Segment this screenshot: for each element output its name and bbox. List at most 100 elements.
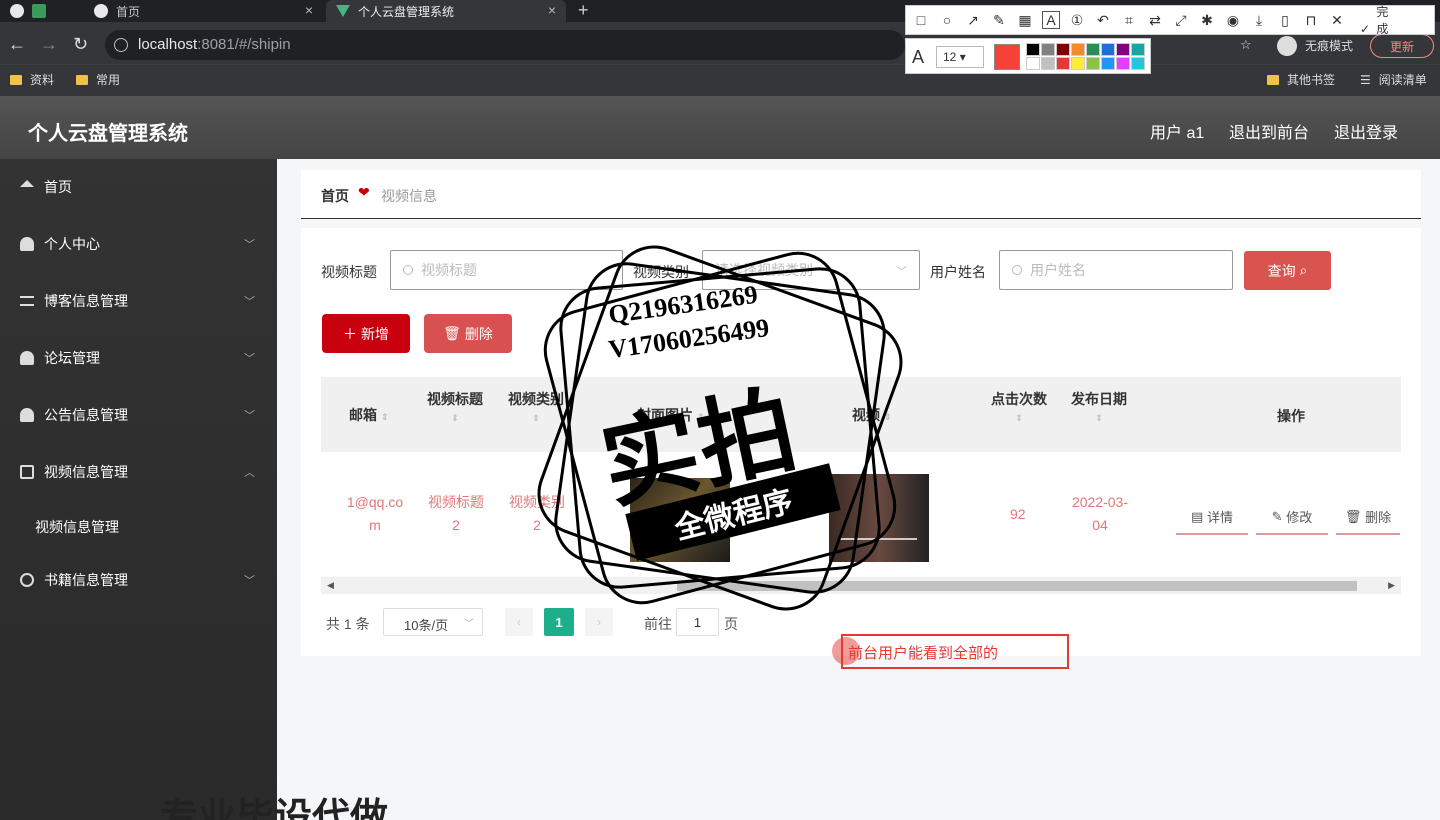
sidebar-item-books[interactable]: 书籍信息管理 ﹀ (0, 560, 277, 600)
chevron-down-icon: ﹀ (244, 410, 255, 422)
color-swatch[interactable] (1101, 57, 1115, 70)
pen-tool-icon[interactable]: ✎ (990, 12, 1008, 29)
sidebar-item-forum[interactable]: 论坛管理 ﹀ (0, 338, 277, 378)
rectangle-tool-icon[interactable]: □ (912, 12, 930, 28)
user-search-input[interactable]: 用户姓名 (999, 250, 1233, 290)
new-tab-icon[interactable]: + (578, 0, 589, 21)
scroll-right-icon[interactable]: ▶ (1388, 580, 1395, 591)
bookmark-folder[interactable]: 资料 (10, 71, 54, 88)
sort-icon[interactable]: ⇕ (991, 413, 1047, 424)
site-info-icon[interactable] (114, 38, 128, 52)
color-swatch[interactable] (1086, 43, 1100, 56)
color-swatch[interactable] (1041, 43, 1055, 56)
color-swatch[interactable] (1041, 57, 1055, 70)
video-player[interactable] (829, 474, 929, 562)
mosaic-tool-icon[interactable]: ▦ (1016, 12, 1034, 29)
cancel-icon[interactable]: ✕ (1328, 12, 1346, 29)
browser-tab-home[interactable]: 首页 × (88, 0, 323, 22)
logout-link[interactable]: 退出登录 (1334, 119, 1398, 143)
forward-icon[interactable]: → (40, 34, 58, 55)
globe-icon (94, 4, 108, 18)
title-search-input[interactable]: 视频标题 (390, 250, 623, 290)
close-icon[interactable]: × (548, 2, 556, 18)
font-size-select[interactable]: 12 ▾ (936, 46, 984, 68)
sidebar-item-profile[interactable]: 个人中心 ﹀ (0, 224, 277, 264)
text-tool-icon[interactable]: A (1042, 11, 1060, 29)
to-front-link[interactable]: 退出到前台 (1229, 119, 1309, 143)
sidebar-item-blog[interactable]: 博客信息管理 ﹀ (0, 281, 277, 321)
color-swatch[interactable] (1026, 57, 1040, 70)
next-page-button[interactable]: › (585, 608, 613, 636)
scroll-left-icon[interactable]: ◀ (327, 580, 334, 591)
search-icon (403, 265, 413, 275)
annotation-text-box[interactable]: 前台用户能看到全部的 (841, 634, 1069, 669)
add-button[interactable]: ＋ 新增 (322, 314, 410, 353)
browser-tab-pinned[interactable] (10, 0, 70, 22)
download-icon[interactable]: ⤓ (1250, 12, 1268, 29)
color-swatch[interactable] (1026, 43, 1040, 56)
breadcrumb-home[interactable]: 首页 (321, 186, 349, 206)
bookmark-folder[interactable]: 常用 (76, 71, 120, 88)
current-color-swatch[interactable] (994, 44, 1020, 70)
breadcrumb (301, 170, 1421, 219)
sort-icon[interactable]: ⇕ (427, 413, 483, 424)
color-swatch[interactable] (1131, 43, 1145, 56)
color-swatch[interactable] (1116, 57, 1130, 70)
close-icon[interactable]: × (305, 2, 313, 18)
color-swatch[interactable] (1056, 57, 1070, 70)
query-button[interactable]: 查询 ⌕ (1244, 251, 1331, 290)
expand-icon[interactable]: ⤢ (1172, 12, 1190, 29)
color-swatches[interactable] (1026, 43, 1145, 70)
column-header-email[interactable]: 邮箱 ⇕ (349, 405, 389, 425)
update-button[interactable]: 更新 (1370, 34, 1434, 58)
sidebar-item-video[interactable]: 视频信息管理 ︿ (0, 452, 277, 492)
back-icon[interactable]: ← (8, 34, 26, 55)
bookmark-icon[interactable]: ⊓ (1302, 12, 1320, 29)
browser-tab-app[interactable]: 个人云盘管理系统 × (326, 0, 566, 22)
goto-page-input[interactable]: 1 (676, 608, 719, 636)
column-header-date[interactable]: 发布日期 ⇕ (1071, 389, 1127, 424)
sort-icon[interactable]: ⇕ (1071, 413, 1127, 424)
pin-icon[interactable]: ✱ (1198, 12, 1216, 29)
scrollbar-thumb[interactable] (677, 581, 1357, 591)
phone-icon[interactable]: ▯ (1276, 12, 1294, 29)
column-header-title[interactable]: 视频标题 ⇕ (427, 389, 483, 424)
column-header-category[interactable]: 视频类别 ⇕ (508, 389, 564, 424)
color-swatch[interactable] (1056, 43, 1070, 56)
sort-icon[interactable]: ⇕ (381, 412, 389, 422)
color-swatch[interactable] (1101, 43, 1115, 56)
record-icon[interactable]: ◉ (1224, 12, 1242, 29)
prev-page-button[interactable]: ‹ (505, 608, 533, 636)
sort-icon[interactable]: ⇕ (884, 412, 892, 422)
color-swatch[interactable] (1116, 43, 1130, 56)
arrow-tool-icon[interactable]: ↗ (964, 12, 982, 29)
delete-button[interactable]: 🗑 删除 (424, 314, 512, 353)
video-progress-bar[interactable] (839, 538, 917, 540)
sidebar-subitem-video[interactable]: 视频信息管理 (35, 517, 119, 537)
page-size-select[interactable]: 10条/页 ﹀ (383, 608, 483, 636)
detail-button[interactable]: ▤ 详情 (1176, 500, 1248, 535)
edit-button[interactable]: ✎ 修改 (1256, 500, 1328, 535)
reload-icon[interactable]: ↻ (73, 34, 88, 55)
sidebar-item-home[interactable]: 首页 (0, 167, 277, 207)
bookmark-folder[interactable]: 其他书签 (1267, 71, 1335, 88)
sidebar-item-notice[interactable]: 公告信息管理 ﹀ (0, 395, 277, 435)
star-icon[interactable]: ☆ (1240, 37, 1252, 53)
crop-icon[interactable]: ⌗ (1120, 12, 1138, 29)
sort-icon[interactable]: ⇕ (508, 413, 564, 424)
column-header-video[interactable]: 视频 ⇕ (852, 405, 892, 425)
color-swatch[interactable] (1071, 43, 1085, 56)
ellipse-tool-icon[interactable]: ○ (938, 12, 956, 28)
number-tool-icon[interactable]: ① (1068, 12, 1086, 29)
color-swatch[interactable] (1071, 57, 1085, 70)
undo-icon[interactable]: ↶ (1094, 12, 1112, 29)
horizontal-scrollbar[interactable]: ◀ ▶ (321, 578, 1401, 594)
page-number-current[interactable]: 1 (544, 608, 574, 636)
row-delete-button[interactable]: 🗑 删除 (1336, 500, 1400, 535)
translate-icon[interactable]: ⇄ (1146, 12, 1164, 29)
color-swatch[interactable] (1086, 57, 1100, 70)
column-header-clicks[interactable]: 点击次数 ⇕ (991, 389, 1047, 424)
reading-list[interactable]: ☰ 阅读清单 (1360, 71, 1427, 88)
done-button[interactable]: ✓ 完成 (1360, 3, 1391, 37)
color-swatch[interactable] (1131, 57, 1145, 70)
